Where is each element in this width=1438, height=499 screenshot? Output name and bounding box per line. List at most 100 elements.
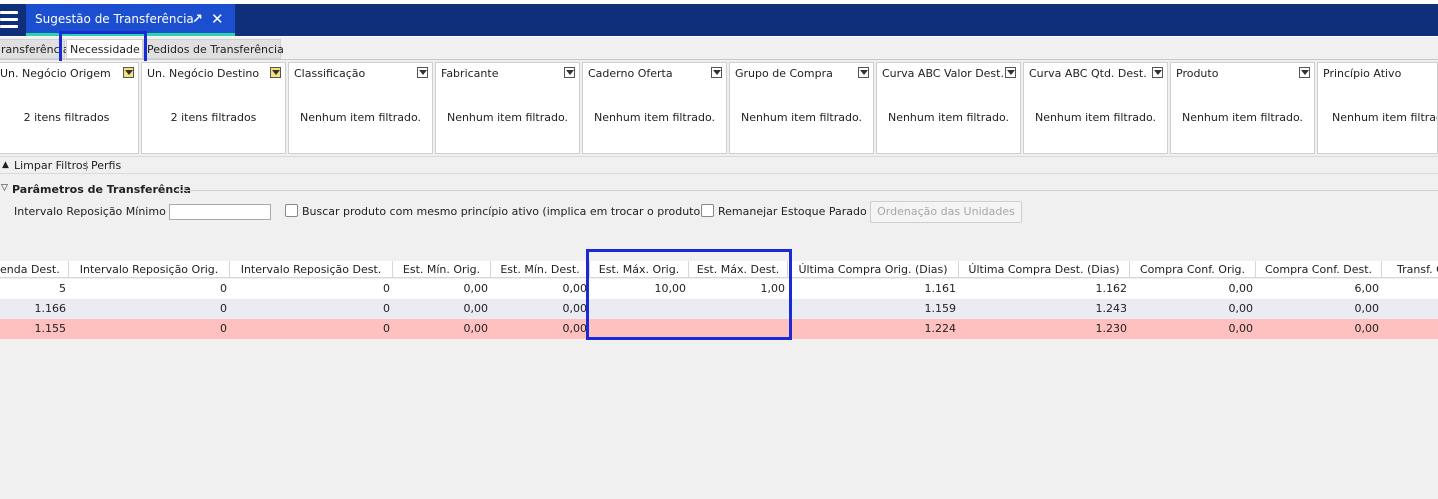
interval-label: Intervalo Reposição Mínimo: [14, 205, 166, 218]
filter-produto[interactable]: Produto Nenhum item filtrado.: [1170, 62, 1315, 154]
table-cell[interactable]: 0,00: [491, 299, 590, 319]
filter-icon[interactable]: [417, 67, 428, 78]
col-header[interactable]: Est. Máx. Orig.: [590, 261, 689, 278]
col-header[interactable]: Est. Mín. Orig.: [393, 261, 491, 278]
filter-icon[interactable]: [858, 67, 869, 78]
collapse-params-icon[interactable]: ▽: [1, 183, 8, 193]
table-cell[interactable]: 0,00: [1130, 319, 1256, 339]
divider: [86, 161, 87, 171]
table-cell[interactable]: 1.166: [0, 299, 69, 319]
table-cell[interactable]: [1382, 279, 1438, 299]
col-header[interactable]: Compra Conf. Orig.: [1130, 261, 1256, 278]
col-header[interactable]: Intervalo Reposição Dest.: [230, 261, 393, 278]
sub-tabs: ransferência Necessidade Pedidos de Tran…: [0, 37, 1438, 60]
relocate-checkbox[interactable]: [701, 204, 714, 217]
app-tab-title: Sugestão de Transferência: [35, 12, 194, 26]
filter-icon[interactable]: [1152, 67, 1163, 78]
table-cell[interactable]: 0: [230, 299, 393, 319]
table-row[interactable]: 1.155 0 0 0,00 0,00 1.224 1.230 0,00 0,00: [0, 319, 1438, 339]
table-cell[interactable]: 0,00: [491, 319, 590, 339]
filter-value: Nenhum item filtrado.: [299, 111, 422, 124]
table-cell[interactable]: 5: [0, 279, 69, 299]
filter-value: Nenhum item filtrado.: [740, 111, 863, 124]
col-header[interactable]: enda Dest.: [0, 261, 69, 278]
table-cell[interactable]: 0,00: [1130, 279, 1256, 299]
filter-un-negocio-destino[interactable]: Un. Negócio Destino 2 itens filtrados: [141, 62, 286, 154]
clear-filters-link[interactable]: Limpar Filtros: [14, 159, 88, 172]
table-cell[interactable]: 1.243: [959, 299, 1130, 319]
filter-caderno-oferta[interactable]: Caderno Oferta Nenhum item filtrado.: [582, 62, 727, 154]
filter-name: Un. Negócio Destino: [147, 67, 260, 80]
col-header[interactable]: Est. Máx. Dest.: [689, 261, 788, 278]
table-cell[interactable]: [1382, 319, 1438, 339]
table-cell[interactable]: 1,00: [689, 279, 788, 299]
filter-name: Curva ABC Qtd. Dest.: [1029, 67, 1147, 80]
tab-necessidade[interactable]: Necessidade: [66, 39, 143, 59]
filter-fabricante[interactable]: Fabricante Nenhum item filtrado.: [435, 62, 580, 154]
table-cell[interactable]: 1.230: [959, 319, 1130, 339]
table-cell[interactable]: [590, 299, 689, 319]
filter-icon[interactable]: [1005, 67, 1016, 78]
table-cell[interactable]: 1.161: [788, 279, 959, 299]
menu-icon[interactable]: [0, 8, 22, 32]
filter-name: Grupo de Compra: [735, 67, 833, 80]
table-cell[interactable]: 0,00: [393, 299, 491, 319]
table-cell[interactable]: [689, 319, 788, 339]
collapse-icon[interactable]: ▲: [2, 160, 9, 170]
same-active-checkbox[interactable]: [285, 204, 298, 217]
close-icon[interactable]: ✕: [211, 10, 224, 28]
table-cell[interactable]: 6,00: [1256, 279, 1382, 299]
table-cell[interactable]: 10,00: [590, 279, 689, 299]
filter-value: Nenhum item filtrado.: [1034, 111, 1157, 124]
table-cell[interactable]: [1382, 299, 1438, 319]
table-cell[interactable]: [689, 299, 788, 319]
table-cell[interactable]: 1.162: [959, 279, 1130, 299]
table-row[interactable]: 1.166 0 0 0,00 0,00 1.159 1.243 0,00 0,00: [0, 299, 1438, 319]
filter-icon[interactable]: [270, 67, 281, 78]
filter-grupo-compra[interactable]: Grupo de Compra Nenhum item filtrado.: [729, 62, 874, 154]
table-cell[interactable]: 0,00: [1130, 299, 1256, 319]
order-units-button[interactable]: Ordenação das Unidades: [870, 201, 1022, 223]
table-cell[interactable]: 1.155: [0, 319, 69, 339]
col-header[interactable]: Compra Conf. Dest.: [1256, 261, 1382, 278]
col-header[interactable]: Última Compra Dest. (Dias): [959, 261, 1130, 278]
filter-name: Princípio Ativo: [1323, 67, 1402, 80]
table-cell[interactable]: 0,00: [1256, 299, 1382, 319]
filter-classificacao[interactable]: Classificação Nenhum item filtrado.: [288, 62, 433, 154]
table-cell[interactable]: 1.159: [788, 299, 959, 319]
profiles-link[interactable]: Perfis: [91, 159, 121, 172]
divider: [175, 190, 1438, 191]
filter-curva-abc-valor[interactable]: Curva ABC Valor Dest. Nenhum item filtra…: [876, 62, 1021, 154]
table-cell[interactable]: 0: [230, 319, 393, 339]
table-cell[interactable]: 0,00: [393, 279, 491, 299]
col-header[interactable]: Intervalo Reposição Orig.: [69, 261, 230, 278]
undock-icon[interactable]: ↗: [192, 12, 203, 27]
col-header[interactable]: Última Compra Orig. (Dias): [788, 261, 959, 278]
table-cell[interactable]: 0: [69, 319, 230, 339]
filter-icon[interactable]: [1299, 67, 1310, 78]
filter-tools: ▲ Limpar Filtros Perfis: [0, 156, 1438, 174]
filter-curva-abc-qtd[interactable]: Curva ABC Qtd. Dest. Nenhum item filtrad…: [1023, 62, 1168, 154]
filter-value: Nenhum item filtrado.: [887, 111, 1010, 124]
table-cell[interactable]: 0,00: [393, 319, 491, 339]
filter-icon[interactable]: [123, 67, 134, 78]
table-cell[interactable]: 0,00: [491, 279, 590, 299]
interval-input[interactable]: [169, 204, 271, 220]
filter-principio-ativo[interactable]: Princípio Ativo Nenhum item filtrad: [1317, 62, 1438, 154]
tab-pedidos-transferencia[interactable]: Pedidos de Transferência: [143, 39, 284, 59]
filter-icon[interactable]: [711, 67, 722, 78]
filter-un-negocio-origem[interactable]: Un. Negócio Origem 2 itens filtrados: [0, 62, 139, 154]
table-cell[interactable]: 0: [230, 279, 393, 299]
table-cell[interactable]: 1.224: [788, 319, 959, 339]
table-cell[interactable]: 0: [69, 279, 230, 299]
col-header[interactable]: Transf. C: [1382, 261, 1438, 278]
table-cell[interactable]: 0: [69, 299, 230, 319]
app-tab-sugestao[interactable]: Sugestão de Transferência ↗ ✕: [26, 4, 235, 36]
tab-transferencia[interactable]: ransferência: [0, 39, 69, 59]
filter-icon[interactable]: [564, 67, 575, 78]
table-cell[interactable]: 0,00: [1256, 319, 1382, 339]
table-row[interactable]: 5 0 0 0,00 0,00 10,00 1,00 1.161 1.162 0,00 6,00: [0, 279, 1438, 299]
table-cell[interactable]: [590, 319, 689, 339]
filter-name: Curva ABC Valor Dest.: [882, 67, 1004, 80]
col-header[interactable]: Est. Mín. Dest.: [491, 261, 590, 278]
